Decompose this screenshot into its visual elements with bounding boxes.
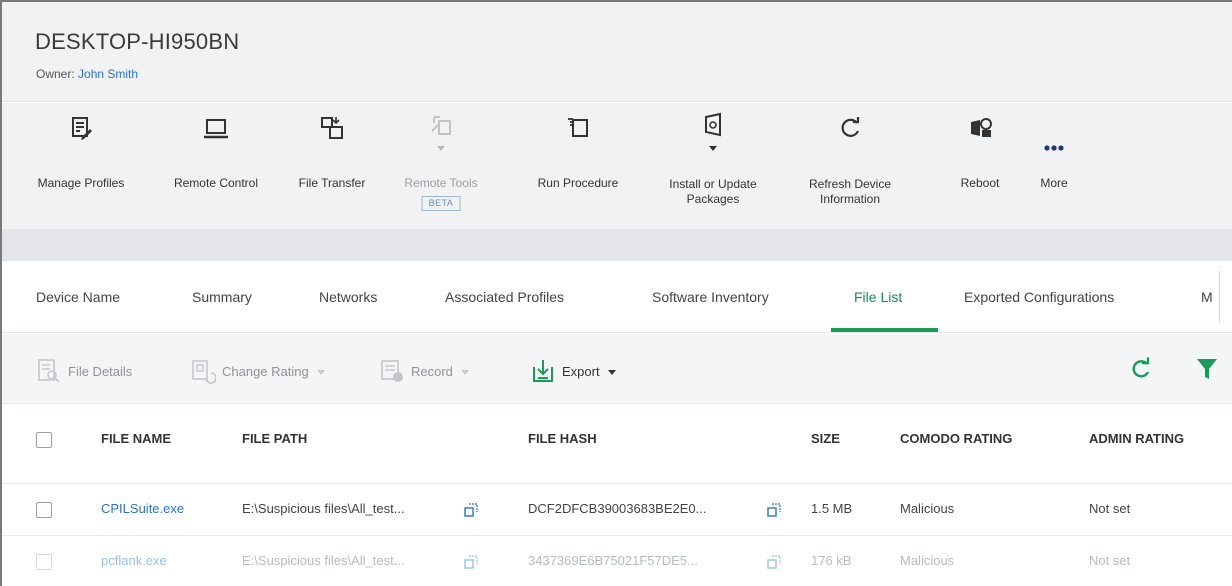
remote-tools-label: Remote Tools	[404, 176, 478, 190]
size-cell: 1.5 MB	[811, 501, 853, 516]
header-file-name[interactable]: FILE NAME	[101, 431, 171, 446]
install-package-icon	[705, 112, 721, 137]
device-toolbar: Manage Profiles Remote Control File Tran…	[2, 103, 1232, 229]
filter-icon[interactable]	[1195, 356, 1219, 382]
export-button[interactable]: Export	[530, 358, 616, 384]
beta-badge: BETA	[421, 196, 461, 211]
copy-icon[interactable]	[767, 503, 781, 517]
tab-networks[interactable]: Networks	[319, 289, 377, 305]
install-update-packages-button[interactable]: Install or Update Packages	[648, 103, 778, 213]
header-file-path[interactable]: FILE PATH	[242, 431, 307, 446]
change-rating-caret-icon	[316, 369, 325, 375]
device-tabs: Device Name Summary Networks Associated …	[2, 261, 1232, 333]
file-list-actionbar: File Details Change Rating Record Export	[2, 334, 1232, 404]
change-rating-icon	[192, 360, 216, 384]
tab-associated-profiles[interactable]: Associated Profiles	[445, 289, 564, 305]
reboot-icon	[971, 118, 992, 137]
file-details-button[interactable]: File Details	[36, 358, 132, 384]
file-transfer-icon	[321, 117, 343, 139]
file-list-table: FILE NAME FILE PATH FILE HASH SIZE COMOD…	[2, 404, 1232, 586]
owner-link[interactable]: John Smith	[78, 67, 138, 81]
header-file-hash[interactable]: FILE HASH	[528, 431, 597, 446]
row-checkbox[interactable]	[36, 502, 52, 518]
record-icon	[381, 360, 403, 382]
row-checkbox[interactable]	[36, 554, 52, 570]
tabs-scroll-edge	[1219, 271, 1220, 323]
refresh-icon	[841, 117, 860, 137]
more-dots-icon	[1044, 145, 1064, 151]
tab-software-inventory[interactable]: Software Inventory	[652, 289, 769, 305]
comodo-rating-cell: Malicious	[900, 553, 955, 568]
more-button[interactable]: More	[1024, 103, 1084, 213]
header-admin-rating[interactable]: ADMIN RATING	[1089, 431, 1184, 446]
file-name-link[interactable]: CPILSuite.exe	[101, 501, 184, 516]
export-caret-icon	[607, 369, 616, 375]
header-size[interactable]: SIZE	[811, 431, 840, 446]
toolbar-separator-bar	[2, 229, 1232, 261]
change-rating-label: Change Rating	[222, 363, 309, 379]
table-row[interactable]: pcflank.exe E:\Suspicious files\All_test…	[2, 535, 1232, 586]
admin-rating-cell: Not set	[1089, 553, 1131, 568]
tab-exported-configurations[interactable]: Exported Configurations	[964, 289, 1114, 305]
record-caret-icon	[460, 369, 469, 375]
device-header: DESKTOP-HI950BN Owner: John Smith	[2, 2, 1232, 102]
device-title: DESKTOP-HI950BN	[35, 29, 240, 54]
run-procedure-icon	[568, 118, 588, 137]
remote-tools-caret-icon	[437, 146, 445, 151]
run-procedure-button[interactable]: Run Procedure	[518, 103, 638, 213]
export-icon	[533, 360, 553, 382]
owner-line: Owner: John Smith	[36, 67, 138, 81]
header-comodo-rating[interactable]: COMODO RATING	[900, 431, 1012, 446]
size-cell: 176 kB	[811, 553, 852, 568]
change-rating-button[interactable]: Change Rating	[190, 358, 325, 384]
comodo-rating-cell: Malicious	[900, 501, 955, 516]
file-details-icon	[38, 359, 60, 383]
record-label: Record	[411, 363, 453, 379]
file-name-link[interactable]: pcflank.exe	[101, 553, 167, 568]
file-transfer-button[interactable]: File Transfer	[282, 103, 382, 213]
install-caret-icon	[709, 146, 717, 151]
tab-file-list[interactable]: File List	[854, 289, 902, 305]
refresh-device-information-button[interactable]: Refresh Device Information	[790, 103, 910, 213]
install-update-label-line2: Packages	[686, 192, 740, 206]
laptop-icon	[204, 119, 228, 139]
copy-icon[interactable]	[767, 555, 781, 569]
record-button[interactable]: Record	[379, 358, 469, 384]
file-details-label: File Details	[68, 363, 133, 379]
manage-profiles-label: Manage Profiles	[37, 176, 125, 190]
owner-label: Owner:	[36, 67, 79, 81]
active-tab-indicator	[831, 328, 938, 332]
refresh-device-label-line1: Refresh Device	[808, 177, 892, 191]
file-hash-cell: 3437369E6B75021F57DE5...	[528, 553, 698, 568]
manage-profiles-icon	[72, 117, 92, 140]
tab-truncated[interactable]: M	[1201, 289, 1213, 305]
file-transfer-label: File Transfer	[298, 176, 366, 190]
manage-profiles-button[interactable]: Manage Profiles	[18, 103, 144, 213]
copy-icon[interactable]	[464, 503, 478, 517]
tab-device-name[interactable]: Device Name	[36, 289, 120, 305]
file-path-cell: E:\Suspicious files\All_test...	[242, 553, 405, 568]
table-row[interactable]: CPILSuite.exe E:\Suspicious files\All_te…	[2, 483, 1232, 535]
remote-control-label: Remote Control	[173, 176, 259, 190]
refresh-device-label-line2: Information	[819, 192, 881, 206]
file-path-cell: E:\Suspicious files\All_test...	[242, 501, 405, 516]
admin-rating-cell: Not set	[1089, 501, 1131, 516]
reboot-label: Reboot	[960, 176, 1000, 190]
install-update-label: Install or Update Packages	[648, 177, 778, 207]
remote-tools-icon	[431, 116, 451, 135]
remote-tools-button[interactable]: Remote Tools BETA	[396, 103, 486, 229]
install-update-label-line1: Install or Update	[669, 177, 757, 191]
device-details-window: DESKTOP-HI950BN Owner: John Smith Manage…	[0, 0, 1232, 586]
remote-control-button[interactable]: Remote Control	[154, 103, 278, 213]
reboot-button[interactable]: Reboot	[946, 103, 1014, 213]
select-all-checkbox[interactable]	[36, 432, 52, 448]
export-label: Export	[562, 363, 600, 379]
copy-icon[interactable]	[464, 555, 478, 569]
refresh-device-label: Refresh Device Information	[790, 177, 910, 207]
more-label: More	[1040, 176, 1068, 190]
run-procedure-label: Run Procedure	[537, 176, 619, 190]
file-hash-cell: DCF2DFCB39003683BE2E0...	[528, 501, 707, 516]
refresh-list-icon[interactable]	[1128, 356, 1154, 382]
tab-summary[interactable]: Summary	[192, 289, 252, 305]
